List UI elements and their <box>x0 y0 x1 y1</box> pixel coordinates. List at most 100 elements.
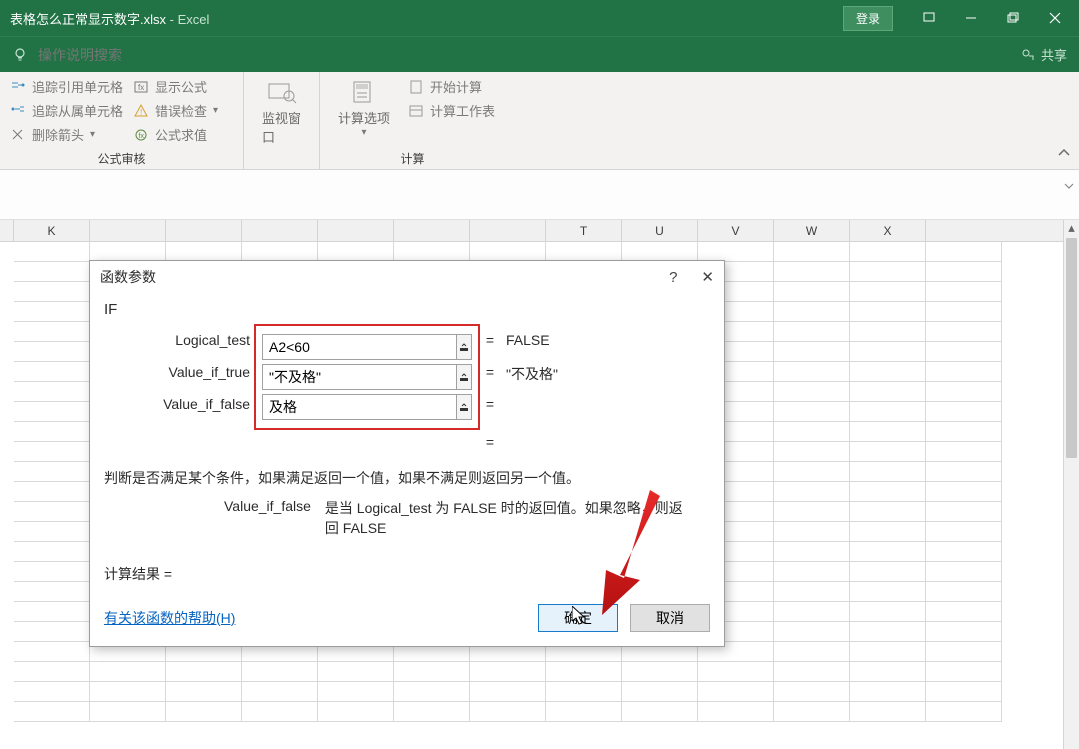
collapse-dialog-button[interactable] <box>457 394 472 420</box>
maximize-button[interactable] <box>993 3 1033 33</box>
evaluate-formula-icon: fx <box>133 127 149 143</box>
function-help-link[interactable]: 有关该函数的帮助(H) <box>104 608 235 628</box>
expand-formula-bar-button[interactable] <box>1063 180 1075 195</box>
share-button[interactable]: 共享 <box>1021 45 1067 64</box>
collapse-icon <box>458 341 470 353</box>
trace-precedents-icon <box>10 79 26 95</box>
collapse-dialog-button[interactable] <box>457 364 472 390</box>
close-icon <box>1049 12 1061 24</box>
logical-test-result: FALSE <box>506 332 550 348</box>
evaluate-formula-button[interactable]: fx 公式求值 <box>129 124 222 145</box>
col-header[interactable]: X <box>850 220 926 241</box>
svg-text:fx: fx <box>139 133 145 140</box>
col-header[interactable]: K <box>14 220 90 241</box>
vertical-scrollbar[interactable]: ▴ <box>1063 220 1079 749</box>
calculate-now-icon <box>408 79 424 95</box>
col-header[interactable]: T <box>546 220 622 241</box>
svg-text:!: ! <box>140 108 142 117</box>
show-formulas-button[interactable]: fx 显示公式 <box>129 76 222 97</box>
chevron-down-icon <box>1063 180 1075 192</box>
calculate-now-button[interactable]: 开始计算 <box>404 76 499 97</box>
col-header[interactable] <box>242 220 318 241</box>
scrollbar-thumb[interactable] <box>1066 238 1077 458</box>
doc-filename: 表格怎么正常显示数字.xlsx <box>10 12 166 27</box>
ok-button[interactable]: 确定 <box>538 604 618 632</box>
trace-dependents-button[interactable]: 追踪从属单元格 <box>6 100 127 121</box>
label: 计算选项 <box>338 108 390 127</box>
watch-window-button[interactable]: 监视窗口 <box>250 76 313 150</box>
dialog-title: 函数参数 <box>100 267 156 287</box>
dialog-close-button[interactable]: ✕ <box>701 268 714 286</box>
eq-sign: = <box>484 434 496 450</box>
minimize-icon <box>965 12 977 24</box>
ribbon-group-label-formula-auditing: 公式审核 <box>6 148 237 167</box>
calculation-options-icon <box>348 80 380 104</box>
cancel-button[interactable]: 取消 <box>630 604 710 632</box>
formula-bar[interactable] <box>0 170 1079 220</box>
collapse-dialog-button[interactable] <box>457 334 472 360</box>
col-header[interactable] <box>318 220 394 241</box>
dropdown-icon: ▾ <box>361 127 366 138</box>
trace-precedents-button[interactable]: 追踪引用单元格 <box>6 76 127 97</box>
function-name: IF <box>104 297 706 326</box>
value-if-true-input[interactable] <box>262 364 457 390</box>
argument-detail-name: Value_if_false <box>224 498 311 538</box>
argument-detail: Value_if_false 是当 Logical_test 为 FALSE 时… <box>224 498 706 538</box>
share-label: 共享 <box>1041 45 1067 64</box>
error-checking-button[interactable]: ! 错误检查 ▾ <box>129 100 222 121</box>
collapse-icon <box>458 401 470 413</box>
minimize-button[interactable] <box>951 3 991 33</box>
app-name: Excel <box>178 12 210 27</box>
dialog-help-button[interactable]: ? <box>669 269 677 286</box>
collapse-icon <box>458 371 470 383</box>
dropdown-icon: ▾ <box>213 105 218 116</box>
label: 错误检查 <box>155 101 207 120</box>
label: 监视窗口 <box>262 108 301 146</box>
logical-test-input[interactable] <box>262 334 457 360</box>
title-separator: - <box>170 12 178 27</box>
col-header[interactable] <box>394 220 470 241</box>
window-icon <box>923 12 935 24</box>
collapse-ribbon-button[interactable] <box>1057 146 1071 163</box>
svg-text:fx: fx <box>138 83 144 92</box>
remove-arrows-button[interactable]: 删除箭头 ▾ <box>6 124 127 145</box>
label: 显示公式 <box>155 77 207 96</box>
col-header[interactable] <box>90 220 166 241</box>
dialog-titlebar[interactable]: 函数参数 ? ✕ <box>90 261 724 293</box>
login-button[interactable]: 登录 <box>843 6 893 31</box>
col-header[interactable]: U <box>622 220 698 241</box>
col-header[interactable] <box>166 220 242 241</box>
col-header[interactable]: W <box>774 220 850 241</box>
tell-me-input[interactable] <box>38 47 219 63</box>
calculation-options-button[interactable]: 计算选项 ▾ <box>326 76 402 142</box>
label: 计算工作表 <box>430 101 495 120</box>
eq-sign: = <box>484 332 496 348</box>
chevron-up-icon <box>1057 146 1071 160</box>
calculate-sheet-button[interactable]: 计算工作表 <box>404 100 499 121</box>
label: 公式求值 <box>155 125 207 144</box>
error-checking-icon: ! <box>133 103 149 119</box>
label: 追踪从属单元格 <box>32 101 123 120</box>
col-header[interactable] <box>470 220 546 241</box>
function-description: 判断是否满足某个条件，如果满足返回一个值，如果不满足则返回另一个值。 <box>104 468 706 488</box>
label: 删除箭头 <box>32 125 84 144</box>
function-arguments-dialog: 函数参数 ? ✕ IF Logical_test Value_if_true V… <box>89 260 725 647</box>
share-icon <box>1021 48 1035 62</box>
ribbon-display-options-button[interactable] <box>909 3 949 33</box>
col-header[interactable]: V <box>698 220 774 241</box>
show-formulas-icon: fx <box>133 79 149 95</box>
scroll-up-button[interactable]: ▴ <box>1064 220 1079 236</box>
dropdown-icon: ▾ <box>90 129 95 140</box>
eq-sign: = <box>484 396 496 412</box>
remove-arrows-icon <box>10 127 26 143</box>
lightbulb-icon <box>12 47 28 63</box>
select-all-corner[interactable] <box>0 220 14 241</box>
value-if-false-input[interactable] <box>262 394 457 420</box>
trace-dependents-icon <box>10 103 26 119</box>
maximize-icon <box>1007 12 1019 24</box>
titlebar-text: 表格怎么正常显示数字.xlsx - Excel <box>10 9 209 28</box>
value-if-false-label: Value_if_false <box>104 396 250 412</box>
value-if-true-result: "不及格" <box>506 364 558 384</box>
close-button[interactable] <box>1035 3 1075 33</box>
ribbon: 追踪引用单元格 追踪从属单元格 删除箭头 ▾ fx 显示公式 ! <box>0 72 1079 170</box>
